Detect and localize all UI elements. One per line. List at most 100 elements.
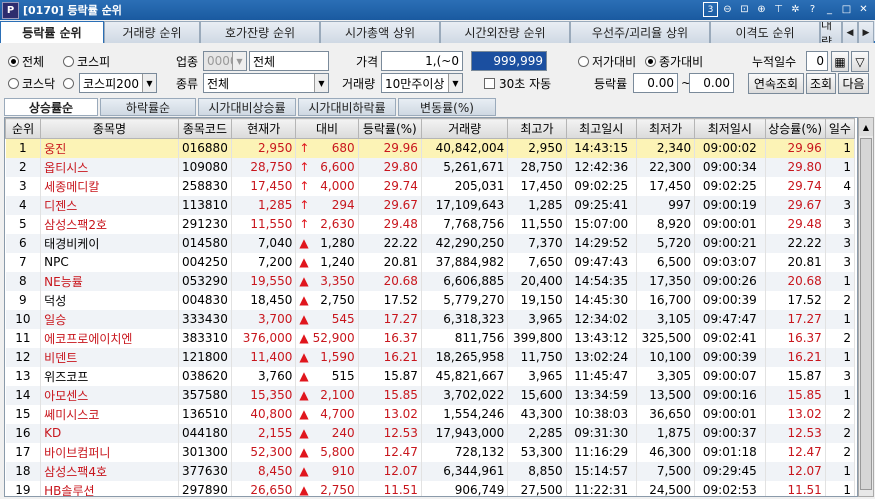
table-row[interactable]: 6 태경비케이 014580 7,040 ▲ 1,280 22.22 42,290,250 7,…: [5, 233, 856, 253]
calendar-icon[interactable]: ▦: [831, 51, 849, 72]
col-high[interactable]: 최고가: [507, 118, 567, 139]
col-low[interactable]: 최저가: [635, 118, 696, 139]
continuous-query-button[interactable]: 연속조회: [748, 73, 804, 94]
price-from-input[interactable]: 1,(~0: [381, 51, 463, 71]
rate-from-input[interactable]: 0.00: [633, 73, 678, 93]
col-price[interactable]: 현재가: [231, 118, 297, 139]
tab-rise-rate[interactable]: 상승률순: [4, 98, 98, 116]
tab-afterhours-rank[interactable]: 시간외잔량 순위: [440, 21, 570, 43]
tab-open-rise[interactable]: 시가대비상승률: [198, 98, 296, 116]
close-button[interactable]: ✕: [856, 2, 871, 17]
tab-disparity-rank[interactable]: 이격도 순위: [710, 21, 820, 43]
zoom-in-icon[interactable]: ⊕: [754, 2, 769, 17]
cell-low: 325,500: [636, 328, 696, 348]
zoom-out-icon[interactable]: ⊖: [720, 2, 735, 17]
table-row[interactable]: 4 디젠스 113810 1,285 ↑ 294 29.67 17,109,643 1,285 0…: [5, 195, 856, 215]
cell-high: 3,965: [507, 309, 567, 329]
col-rank[interactable]: 순위: [5, 118, 42, 139]
chevron-down-icon[interactable]: ▼: [448, 74, 462, 92]
days-input[interactable]: 0: [806, 51, 828, 71]
close-compare-radio[interactable]: 종가대비: [645, 51, 703, 71]
col-rate[interactable]: 등락률(%): [357, 118, 422, 139]
table-row[interactable]: 18 삼성스팩4호 377630 8,450 ▲ 910 12.07 6,344,961 8,8…: [5, 461, 856, 481]
low-compare-radio[interactable]: 저가대비: [578, 51, 636, 71]
table-row[interactable]: 9 덕성 004830 18,450 ▲ 2,750 17.52 5,779,270 19,15…: [5, 290, 856, 310]
index-select[interactable]: 코스피200 ▼: [79, 73, 157, 93]
scroll-thumb[interactable]: [860, 138, 872, 490]
market-all-radio[interactable]: 전체: [8, 51, 44, 71]
vertical-scrollbar[interactable]: ▲: [858, 117, 874, 497]
table-row[interactable]: 11 에코프로에이치엔 383310 376,000 ▲ 52,900 16.37 811,7…: [5, 328, 856, 348]
pin-icon[interactable]: ⊤: [771, 2, 786, 17]
table-row[interactable]: 2 옵티시스 109080 28,750 ↑ 6,600 29.80 5,261,671 28,…: [5, 157, 856, 177]
col-change[interactable]: 대비: [295, 118, 359, 139]
minimize-button[interactable]: _: [822, 2, 837, 17]
cell-days: 1: [825, 309, 856, 329]
col-high-time[interactable]: 최고일시: [565, 118, 637, 139]
table-row[interactable]: 5 삼성스팩2호 291230 11,550 ↑ 2,630 29.48 7,768,756 1…: [5, 214, 856, 234]
tab-fall-rate[interactable]: 하락률순: [100, 98, 196, 116]
table-row[interactable]: 13 위즈코프 038620 3,760 ▲ 515 15.87 45,821,667 3,96…: [5, 366, 856, 386]
tab-scroll-right-icon[interactable]: ▶: [858, 21, 874, 43]
industry-code-input[interactable]: 0000 ▼: [203, 51, 247, 71]
maximize-button[interactable]: □: [839, 2, 854, 17]
industry-name-input[interactable]: 전체: [249, 51, 329, 71]
cell-rate: 12.53: [358, 423, 422, 443]
price-to-input[interactable]: 999,999: [471, 51, 547, 71]
filter-icon[interactable]: ▽: [851, 51, 869, 72]
col-code[interactable]: 종목코드: [177, 118, 233, 139]
tab-open-fall[interactable]: 시가대비하락률: [298, 98, 396, 116]
rate-to-input[interactable]: 0.00: [689, 73, 734, 93]
index-radio[interactable]: [63, 73, 77, 93]
chevron-down-icon[interactable]: ▼: [142, 74, 156, 92]
next-button[interactable]: 다음: [838, 73, 869, 94]
col-days[interactable]: 일수: [824, 118, 856, 139]
cell-diff: ▲ 52,900: [295, 328, 359, 348]
type-select[interactable]: 전체 ▼: [203, 73, 329, 93]
tab-order-balance-rank[interactable]: 호가잔량 순위: [200, 21, 320, 43]
tab-preferred-gap[interactable]: 우선주/괴리율 상위: [570, 21, 710, 43]
query-button[interactable]: 조회: [806, 73, 836, 94]
table-row[interactable]: 15 쎄미시스코 136510 40,800 ▲ 4,700 13.02 1,554,246 4…: [5, 404, 856, 424]
ranking-table[interactable]: 순위 종목명 종목코드 현재가 대비 등락률(%) 거래량 최고가 최고일시 최…: [4, 117, 858, 497]
auto-refresh-checkbox[interactable]: 30초 자동: [484, 73, 551, 93]
table-row[interactable]: 16 KD 044180 2,155 ▲ 240 12.53 17,943,000 2,285 0…: [5, 423, 856, 443]
cell-rise: 29.96: [765, 138, 826, 158]
table-row[interactable]: 7 NPC 004250 7,200 ▲ 1,240 20.81 37,884,982 7,65…: [5, 252, 856, 272]
tab-market-cap[interactable]: 시가총액 상위: [320, 21, 440, 43]
cell-name: 세종메디칼: [40, 176, 179, 196]
volume-select[interactable]: 10만주이상 ▼: [381, 73, 463, 93]
col-rise-rate[interactable]: 상승률(%): [764, 118, 826, 139]
cell-low: 7,500: [636, 461, 696, 481]
tab-rise-fall-rank[interactable]: 등락률 순위: [0, 21, 104, 43]
table-row[interactable]: 8 NE능률 053290 19,550 ▲ 3,350 20.68 6,606,885 20,…: [5, 271, 856, 291]
chevron-down-icon[interactable]: ▼: [314, 74, 328, 92]
col-name[interactable]: 종목명: [40, 118, 179, 139]
cell-rank: 10: [5, 309, 42, 329]
tab-volume-rank[interactable]: 거래량 순위: [104, 21, 200, 43]
col-volume[interactable]: 거래량: [420, 118, 509, 139]
table-row[interactable]: 17 바이브컴퍼니 301300 52,300 ▲ 5,800 12.47 728,132 53…: [5, 442, 856, 462]
table-row[interactable]: 14 아모센스 357580 15,350 ▲ 2,100 15.85 3,702,022 15…: [5, 385, 856, 405]
cell-price: 17,450: [231, 176, 297, 196]
tab-volatility[interactable]: 변동률(%): [398, 98, 496, 116]
col-low-time[interactable]: 최저일시: [694, 118, 766, 139]
chevron-down-icon[interactable]: ▼: [232, 52, 246, 70]
up-arrow-icon: ▲: [299, 426, 309, 440]
table-row[interactable]: 1 웅진 016880 2,950 ↑ 680 29.96 40,842,004 2,950 14…: [5, 138, 856, 158]
table-row[interactable]: 19 HB솔루션 297890 26,650 ▲ 2,750 11.51 906,749 27,…: [5, 480, 856, 496]
tab-bulk[interactable]: 대량: [820, 21, 842, 43]
table-row[interactable]: 3 세종메디칼 258830 17,450 ↑ 4,000 29.74 205,031 17,4…: [5, 176, 856, 196]
tab-scroll-left-icon[interactable]: ◀: [842, 21, 858, 43]
help-button[interactable]: ?: [805, 2, 820, 17]
change-value: 5,800: [320, 445, 355, 459]
table-row[interactable]: 12 비덴트 121800 11,400 ▲ 1,590 16.21 18,265,958 11…: [5, 347, 856, 367]
cell-rank: 1: [5, 138, 42, 158]
window-number-button[interactable]: 3: [703, 2, 718, 17]
market-kospi-radio[interactable]: 코스피: [63, 51, 110, 71]
settings-icon[interactable]: ✲: [788, 2, 803, 17]
scroll-up-icon[interactable]: ▲: [859, 118, 873, 136]
screenshot-icon[interactable]: ⊡: [737, 2, 752, 17]
market-kosdaq-radio[interactable]: 코스닥: [8, 73, 55, 93]
table-row[interactable]: 10 일승 333430 3,700 ▲ 545 17.27 6,318,323 3,965 12…: [5, 309, 856, 329]
